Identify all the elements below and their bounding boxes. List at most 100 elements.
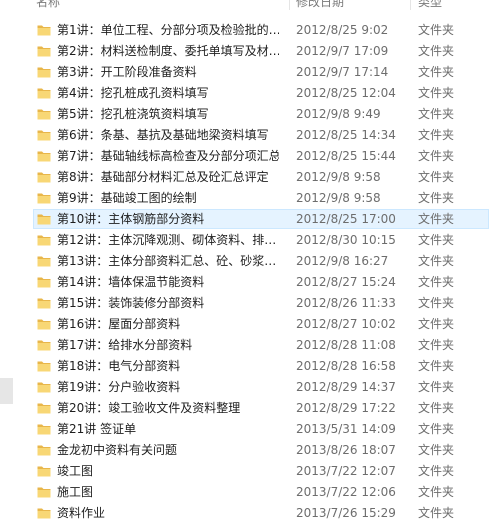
table-row[interactable]: 竣工图 2013/7/22 12:07 文件夹 — [0, 461, 489, 482]
folder-icon — [37, 464, 51, 478]
table-row[interactable]: 金龙初中资料有关问题 2013/8/26 18:07 文件夹 — [0, 440, 489, 461]
file-name[interactable]: 第9讲：基础竣工图的绘制 — [57, 188, 279, 209]
table-row[interactable]: 第9讲：基础竣工图的绘制 2012/9/8 9:58 文件夹 — [0, 188, 489, 209]
column-header: 名称 修改日期 类型 — [0, 0, 489, 10]
file-name[interactable]: 第17讲：给排水分部资料 — [57, 335, 279, 356]
folder-icon — [37, 212, 51, 226]
table-row[interactable]: 第14讲：墙体保温节能资料 2012/8/27 15:24 文件夹 — [0, 272, 489, 293]
table-row[interactable]: 第1讲：单位工程、分部分项及检验批的… 2012/8/25 9:02 文件夹 — [0, 20, 489, 41]
file-type: 文件夹 — [418, 170, 455, 184]
file-name[interactable]: 第20讲：竣工验收文件及资料整理 — [57, 398, 279, 419]
folder-icon — [37, 44, 51, 58]
table-row[interactable]: 第4讲：挖孔桩成孔资料填写 2012/8/25 12:04 文件夹 — [0, 83, 489, 104]
file-name[interactable]: 第3讲：开工阶段准备资料 — [57, 62, 279, 83]
file-name[interactable]: 第13讲：主体分部资料汇总、砼、砂浆… — [57, 251, 279, 272]
file-type: 文件夹 — [418, 485, 455, 499]
table-row[interactable]: 第7讲：基础轴线标高检查及分部分项汇总 2012/8/25 15:44 文件夹 — [0, 146, 489, 167]
file-type: 文件夹 — [418, 254, 455, 268]
file-name[interactable]: 第2讲：材料送检制度、委托单填写及材… — [57, 41, 279, 62]
modified-date: 2013/7/26 15:29 — [296, 506, 396, 520]
file-name[interactable]: 第14讲：墙体保温节能资料 — [57, 272, 279, 293]
modified-date: 2013/5/31 14:09 — [296, 422, 396, 436]
file-type: 文件夹 — [418, 359, 455, 373]
table-row[interactable]: 第10讲：主体钢筋部分资料 2012/8/25 17:00 文件夹 — [0, 209, 489, 230]
file-type: 文件夹 — [418, 422, 455, 436]
table-row[interactable]: 第20讲：竣工验收文件及资料整理 2012/8/29 17:22 文件夹 — [0, 398, 489, 419]
folder-icon — [37, 506, 51, 520]
file-name[interactable]: 第21讲 签证单 — [57, 419, 279, 440]
folder-icon — [37, 275, 51, 289]
file-name[interactable]: 第12讲：主体沉降观测、砌体资料、排… — [57, 230, 279, 251]
file-name[interactable]: 第6讲：条基、基抗及基础地梁资料填写 — [57, 125, 279, 146]
file-type: 文件夹 — [418, 86, 455, 100]
folder-icon — [37, 191, 51, 205]
table-row[interactable]: 第18讲：电气分部资料 2012/8/28 16:58 文件夹 — [0, 356, 489, 377]
file-type: 文件夹 — [418, 401, 455, 415]
file-name[interactable]: 第19讲：分户验收资料 — [57, 377, 279, 398]
table-row[interactable]: 第17讲：给排水分部资料 2012/8/28 11:08 文件夹 — [0, 335, 489, 356]
file-name[interactable]: 竣工图 — [57, 461, 279, 482]
table-row[interactable]: 第21讲 签证单 2013/5/31 14:09 文件夹 — [0, 419, 489, 440]
file-name[interactable]: 第7讲：基础轴线标高检查及分部分项汇总 — [57, 146, 279, 167]
file-name[interactable]: 第1讲：单位工程、分部分项及检验批的… — [57, 20, 279, 41]
file-name[interactable]: 第10讲：主体钢筋部分资料 — [57, 209, 279, 230]
modified-date: 2013/7/22 12:07 — [296, 464, 396, 478]
file-name[interactable]: 第4讲：挖孔桩成孔资料填写 — [57, 83, 279, 104]
table-row[interactable]: 第8讲：基础部分材料汇总及砼汇总评定 2012/9/8 9:58 文件夹 — [0, 167, 489, 188]
modified-date: 2012/8/25 14:34 — [296, 128, 396, 142]
modified-date: 2012/8/27 15:24 — [296, 275, 396, 289]
table-row[interactable]: 第15讲：装饰装修分部资料 2012/8/26 11:33 文件夹 — [0, 293, 489, 314]
file-type: 文件夹 — [418, 380, 455, 394]
column-divider[interactable] — [410, 0, 411, 10]
column-header-date[interactable]: 修改日期 — [296, 0, 344, 10]
table-row[interactable]: 第3讲：开工阶段准备资料 2012/9/7 17:14 文件夹 — [0, 62, 489, 83]
column-divider[interactable] — [289, 0, 290, 10]
modified-date: 2012/9/8 9:58 — [296, 191, 381, 205]
table-row[interactable]: 第16讲：屋面分部资料 2012/8/27 10:02 文件夹 — [0, 314, 489, 335]
table-row[interactable]: 第5讲：挖孔桩浇筑资料填写 2012/9/8 9:49 文件夹 — [0, 104, 489, 125]
modified-date: 2012/9/7 17:14 — [296, 65, 389, 79]
column-header-name[interactable]: 名称 — [36, 0, 60, 10]
file-name[interactable]: 资料作业 — [57, 503, 279, 524]
folder-icon — [37, 23, 51, 37]
file-type: 文件夹 — [418, 65, 455, 79]
modified-date: 2012/8/29 14:37 — [296, 380, 396, 394]
folder-icon — [37, 107, 51, 121]
modified-date: 2012/9/8 16:27 — [296, 254, 389, 268]
modified-date: 2012/8/28 16:58 — [296, 359, 396, 373]
file-type: 文件夹 — [418, 443, 455, 457]
folder-icon — [37, 359, 51, 373]
file-type: 文件夹 — [418, 275, 455, 289]
table-row[interactable]: 第12讲：主体沉降观测、砌体资料、排… 2012/8/30 10:15 文件夹 — [0, 230, 489, 251]
modified-date: 2012/9/7 17:09 — [296, 44, 389, 58]
file-type: 文件夹 — [418, 44, 455, 58]
file-name[interactable]: 施工图 — [57, 482, 279, 503]
table-row[interactable]: 第19讲：分户验收资料 2012/8/29 14:37 文件夹 — [0, 377, 489, 398]
file-name[interactable]: 第5讲：挖孔桩浇筑资料填写 — [57, 104, 279, 125]
file-name[interactable]: 第16讲：屋面分部资料 — [57, 314, 279, 335]
folder-icon — [37, 380, 51, 394]
file-explorer-window: 名称 修改日期 类型 第1讲：单位工程、分部分项及检验批的… 2012/8/25 … — [0, 0, 489, 532]
folder-icon — [37, 254, 51, 268]
modified-date: 2012/8/25 12:04 — [296, 86, 396, 100]
file-name[interactable]: 第18讲：电气分部资料 — [57, 356, 279, 377]
file-type: 文件夹 — [418, 149, 455, 163]
folder-icon — [37, 338, 51, 352]
file-name[interactable]: 第15讲：装饰装修分部资料 — [57, 293, 279, 314]
table-row[interactable]: 施工图 2013/7/22 12:06 文件夹 — [0, 482, 489, 503]
table-row[interactable]: 第6讲：条基、基抗及基础地梁资料填写 2012/8/25 14:34 文件夹 — [0, 125, 489, 146]
modified-date: 2013/7/22 12:06 — [296, 485, 396, 499]
file-name[interactable]: 金龙初中资料有关问题 — [57, 440, 279, 461]
modified-date: 2013/8/26 18:07 — [296, 443, 396, 457]
table-row[interactable]: 第13讲：主体分部资料汇总、砼、砂浆… 2012/9/8 16:27 文件夹 — [0, 251, 489, 272]
column-header-type[interactable]: 类型 — [418, 0, 442, 10]
modified-date: 2012/8/28 11:08 — [296, 338, 396, 352]
modified-date: 2012/8/25 17:00 — [296, 212, 396, 226]
table-row[interactable]: 资料作业 2013/7/26 15:29 文件夹 — [0, 503, 489, 524]
folder-icon — [37, 317, 51, 331]
table-row[interactable]: 第2讲：材料送检制度、委托单填写及材… 2012/9/7 17:09 文件夹 — [0, 41, 489, 62]
file-type: 文件夹 — [418, 296, 455, 310]
file-type: 文件夹 — [418, 506, 455, 520]
file-name[interactable]: 第8讲：基础部分材料汇总及砼汇总评定 — [57, 167, 279, 188]
folder-icon — [37, 485, 51, 499]
